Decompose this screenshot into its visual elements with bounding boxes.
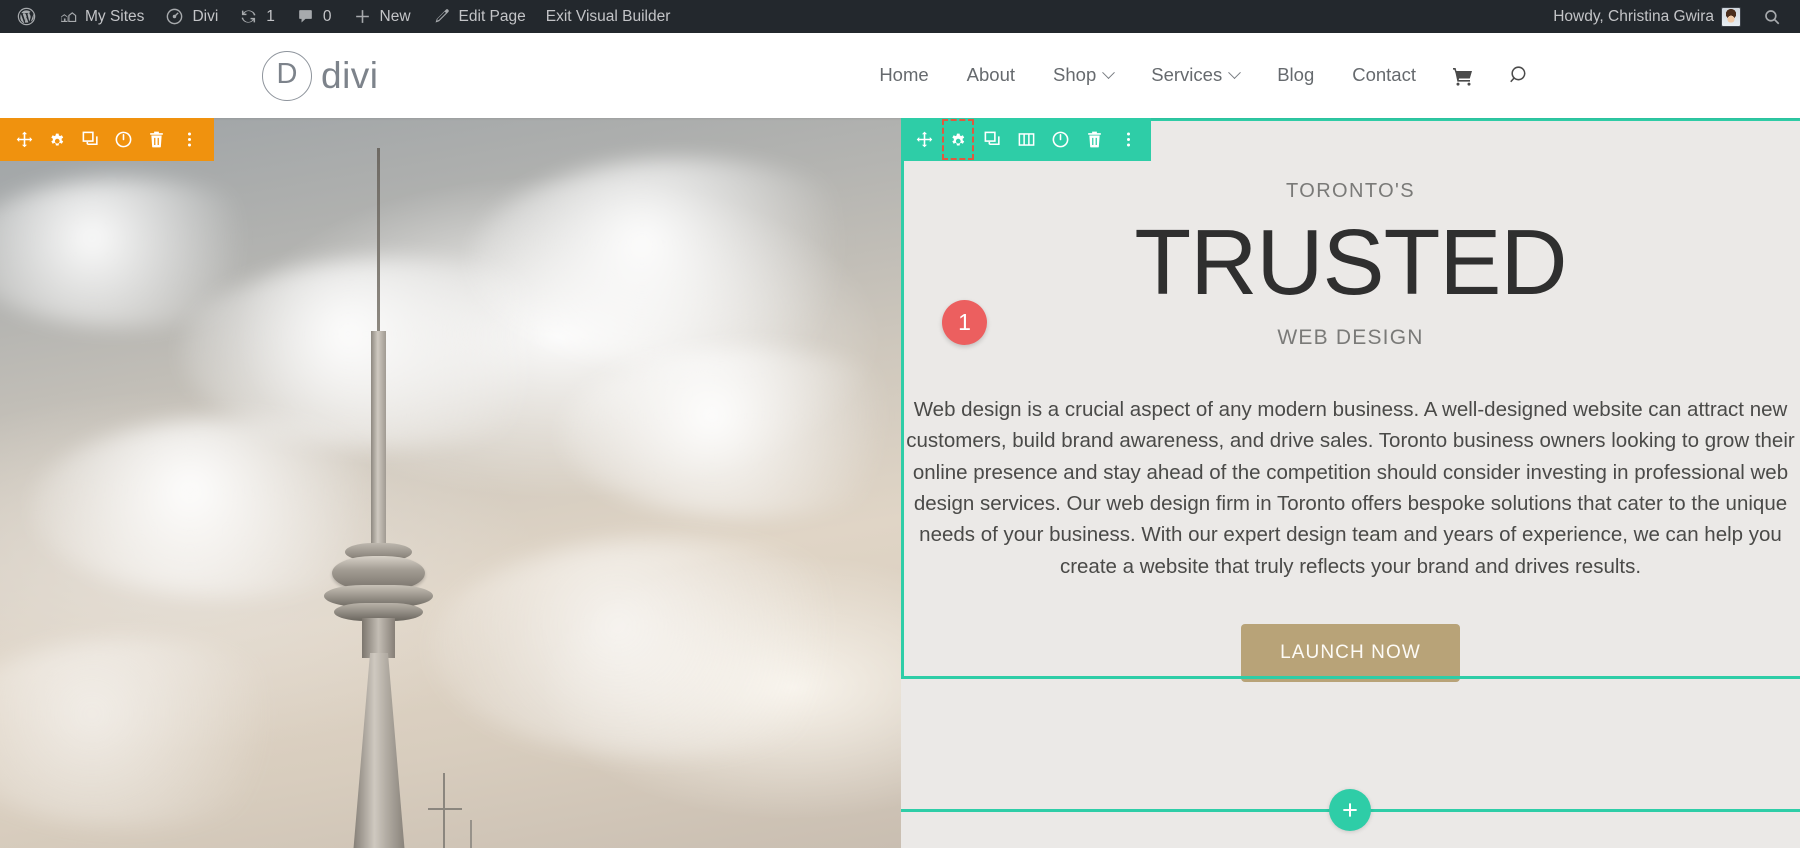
plus-icon bbox=[352, 6, 373, 27]
visual-builder-canvas: TORONTO'S TRUSTED WEB DESIGN Web design … bbox=[0, 118, 1800, 848]
row-move-icon[interactable] bbox=[907, 118, 941, 161]
nav-item-about[interactable]: About bbox=[948, 66, 1034, 85]
divi-label: Divi bbox=[192, 7, 219, 25]
row-trash-icon[interactable] bbox=[1077, 118, 1111, 161]
my-sites-label: My Sites bbox=[85, 7, 145, 25]
plus-icon bbox=[1343, 803, 1357, 817]
row-gear-icon[interactable] bbox=[941, 118, 975, 161]
updates-menu[interactable]: 1 bbox=[228, 0, 285, 33]
hero-title: TRUSTED bbox=[1134, 210, 1567, 314]
cn-tower-photo bbox=[0, 118, 940, 848]
divi-logo-text: divi bbox=[321, 54, 379, 96]
site-header: D divi Home About Shop Services Blog Con… bbox=[0, 33, 1800, 118]
primary-navigation: Home About Shop Services Blog Contact bbox=[860, 63, 1548, 88]
chevron-down-icon bbox=[1102, 66, 1116, 80]
new-label: New bbox=[379, 7, 411, 25]
row-duplicate-icon[interactable] bbox=[975, 118, 1009, 161]
sites-icon bbox=[57, 6, 78, 27]
nav-item-contact[interactable]: Contact bbox=[1333, 66, 1435, 85]
nav-label: Services bbox=[1151, 64, 1223, 86]
new-content-menu[interactable]: New bbox=[342, 0, 421, 33]
cn-tower-graphic bbox=[318, 148, 472, 848]
updates-count: 1 bbox=[266, 7, 275, 25]
my-sites-menu[interactable]: My Sites bbox=[47, 0, 154, 33]
updates-icon bbox=[238, 6, 259, 27]
row-toolbar bbox=[901, 118, 1151, 161]
section-gear-icon[interactable] bbox=[41, 118, 74, 161]
admin-bar-left-group: My Sites Divi 1 0 New Edit Page Exit Vis… bbox=[0, 0, 680, 33]
hero-body-text: Web design is a crucial aspect of any mo… bbox=[906, 397, 1795, 578]
nav-item-shop[interactable]: Shop bbox=[1034, 66, 1132, 85]
row-more-icon[interactable] bbox=[1111, 118, 1145, 161]
howdy-greeting: Howdy, Christina Gwira bbox=[1553, 7, 1714, 25]
hero-eyebrow: TORONTO'S bbox=[1285, 180, 1416, 202]
nav-label: About bbox=[966, 64, 1016, 86]
nav-item-services[interactable]: Services bbox=[1132, 66, 1258, 85]
section-power-icon[interactable] bbox=[107, 118, 140, 161]
exit-visual-builder-menu[interactable]: Exit Visual Builder bbox=[536, 0, 681, 33]
comments-menu[interactable]: 0 bbox=[285, 0, 342, 33]
section-move-icon[interactable] bbox=[8, 118, 41, 161]
add-row-button[interactable] bbox=[1329, 789, 1371, 831]
nav-label: Contact bbox=[1352, 64, 1416, 86]
site-search-icon[interactable] bbox=[1491, 63, 1548, 88]
wp-admin-bar: My Sites Divi 1 0 New Edit Page Exit Vis… bbox=[0, 0, 1800, 33]
nav-item-blog[interactable]: Blog bbox=[1258, 66, 1333, 85]
admin-search-button[interactable] bbox=[1751, 0, 1792, 33]
row-power-icon[interactable] bbox=[1043, 118, 1077, 161]
wordpress-logo-icon bbox=[16, 6, 37, 27]
account-menu[interactable]: Howdy, Christina Gwira bbox=[1543, 0, 1751, 33]
launch-now-button[interactable]: LAUNCH NOW bbox=[1241, 624, 1460, 683]
hero-subtitle: WEB DESIGN bbox=[1277, 325, 1424, 349]
wordpress-logo-menu[interactable] bbox=[6, 0, 47, 33]
row-columns-icon[interactable] bbox=[1009, 118, 1043, 161]
nav-item-home[interactable]: Home bbox=[860, 66, 947, 85]
step-badge: 1 bbox=[942, 300, 987, 345]
section-toolbar bbox=[0, 118, 214, 161]
search-icon bbox=[1761, 6, 1782, 27]
comments-icon bbox=[295, 6, 316, 27]
nav-label: Home bbox=[879, 64, 929, 86]
hero-text-block: TORONTO'S TRUSTED WEB DESIGN Web design … bbox=[901, 118, 1800, 683]
edit-page-label: Edit Page bbox=[458, 7, 526, 25]
section-more-icon[interactable] bbox=[173, 118, 206, 161]
admin-bar-right-group: Howdy, Christina Gwira bbox=[1543, 0, 1800, 33]
nav-label: Shop bbox=[1053, 64, 1097, 86]
edit-page-menu[interactable]: Edit Page bbox=[421, 0, 536, 33]
comments-count: 0 bbox=[322, 7, 332, 25]
site-logo[interactable]: D divi bbox=[262, 50, 379, 101]
cart-icon[interactable] bbox=[1435, 64, 1491, 88]
avatar bbox=[1721, 6, 1741, 27]
chevron-down-icon bbox=[1228, 66, 1242, 80]
divi-icon bbox=[164, 6, 185, 27]
pencil-icon bbox=[431, 6, 452, 27]
section-trash-icon[interactable] bbox=[140, 118, 173, 161]
divi-menu[interactable]: Divi bbox=[154, 0, 228, 33]
nav-label: Blog bbox=[1277, 64, 1315, 86]
exit-visual-builder-label: Exit Visual Builder bbox=[545, 7, 671, 25]
divi-logo-mark-icon: D bbox=[262, 50, 312, 101]
section-duplicate-icon[interactable] bbox=[74, 118, 107, 161]
